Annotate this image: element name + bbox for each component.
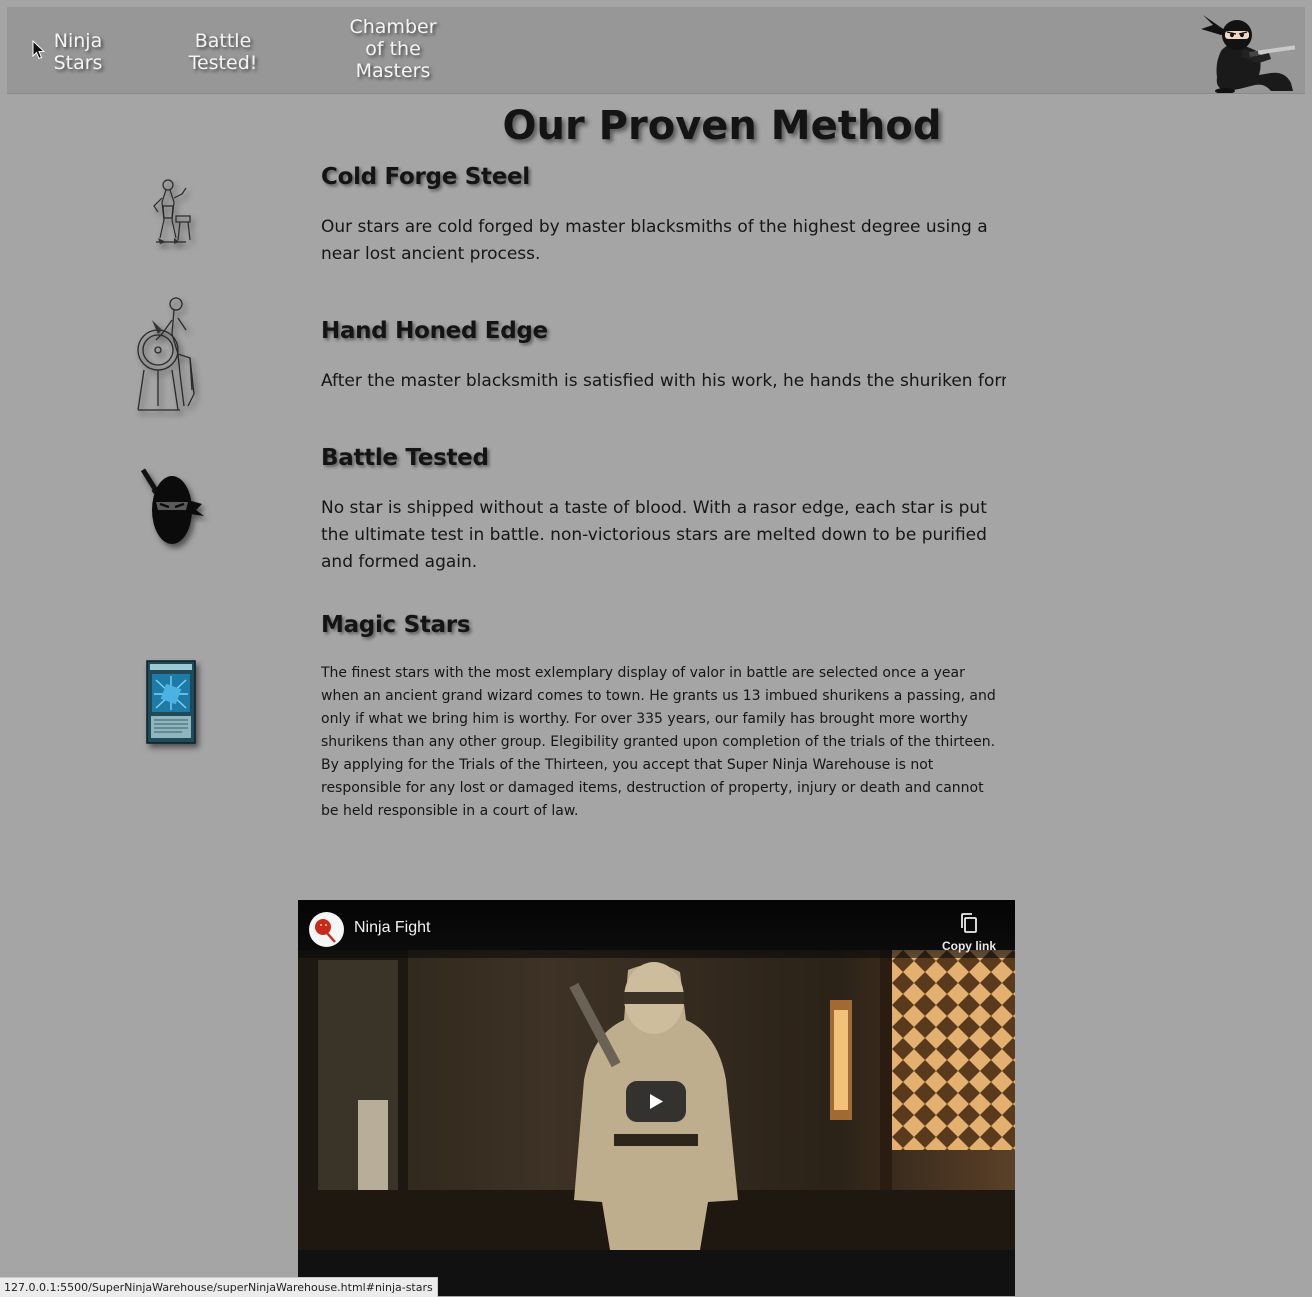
play-button[interactable] (626, 1081, 686, 1122)
feature-heading-battle-tested: Battle Tested (321, 445, 489, 471)
feature-text-battle-tested: No star is shipped without a taste of bl… (321, 498, 987, 572)
ninja-logo-icon[interactable] (1199, 11, 1299, 93)
status-bar-url: 127.0.0.1:5500/SuperNinjaWarehouse/super… (0, 1277, 438, 1297)
grindstone-icon (137, 297, 195, 411)
copy-link-label: Copy link (941, 939, 996, 953)
page-title: Our Proven Method (502, 103, 942, 149)
mouse-pointer-icon (32, 40, 46, 60)
copy-icon (961, 913, 977, 933)
feature-text-cold-forge-steel: Our stars are cold forged by master blac… (321, 217, 988, 264)
feature-heading-magic-stars: Magic Stars (321, 612, 471, 638)
blacksmith-icon (153, 179, 191, 244)
ninja-head-icon (140, 468, 204, 544)
channel-avatar[interactable] (309, 912, 344, 947)
nav-bar: Ninja Stars Battle Tested! Chamber of th… (7, 7, 1305, 94)
copy-link-button[interactable]: Copy link (938, 908, 1000, 956)
magic-card-icon (146, 660, 196, 744)
nav-link-battle-tested[interactable]: Battle Tested! (177, 30, 269, 74)
video-player[interactable]: Ninja Fight Copy link (298, 900, 1015, 1296)
nav-link-chamber-of-the-masters[interactable]: Chamber of the Masters (337, 16, 449, 82)
feature-text-hand-honed-edge: After the master blacksmith is satisfied… (321, 371, 1006, 391)
feature-heading-hand-honed-edge: Hand Honed Edge (321, 318, 548, 344)
video-header: Ninja Fight Copy link (298, 900, 1015, 958)
feature-heading-cold-forge-steel: Cold Forge Steel (321, 164, 530, 190)
play-icon (650, 1094, 663, 1109)
fan-icon (315, 919, 336, 943)
feature-text-magic-stars: The finest stars with the most exlemplar… (321, 665, 996, 819)
nav-link-ninja-stars[interactable]: Ninja Stars (43, 30, 113, 74)
video-title[interactable]: Ninja Fight (354, 919, 430, 937)
